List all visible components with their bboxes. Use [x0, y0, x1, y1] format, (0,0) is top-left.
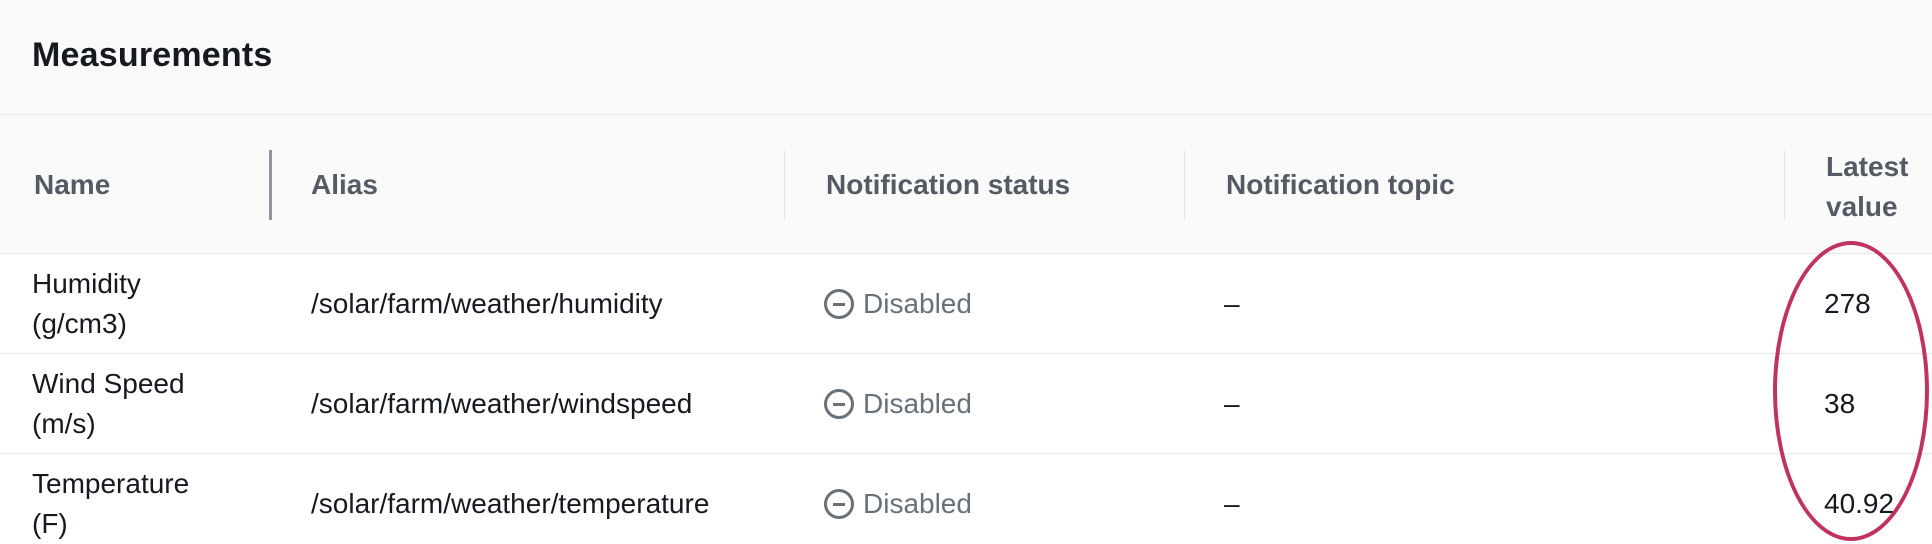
cell-alias: /solar/farm/weather/windspeed — [311, 388, 693, 419]
cell-notification-status: Disabled — [824, 354, 972, 454]
table-row[interactable]: Wind Speed (m/s) /solar/farm/weather/win… — [0, 354, 1932, 454]
cell-latest-value: 40.92 — [1824, 488, 1895, 519]
measurements-panel-header: Measurements — [0, 0, 1932, 115]
cell-latest-value: 38 — [1824, 388, 1856, 419]
cell-name-line2: (m/s) — [32, 408, 96, 439]
column-header-latest-value-line1: Latest — [1826, 151, 1909, 182]
table-header: Name Alias Notification status Notificat… — [0, 115, 1932, 254]
column-header-notification-status[interactable]: Notification status — [826, 115, 1070, 254]
column-resize-handle-alias[interactable] — [784, 150, 785, 220]
disabled-minus-circle-icon — [824, 389, 854, 419]
column-resize-handle-notification-status[interactable] — [1184, 150, 1185, 220]
disabled-minus-circle-icon — [824, 289, 854, 319]
table-row[interactable]: Temperature (F) /solar/farm/weather/temp… — [0, 454, 1932, 544]
column-header-latest-value[interactable]: Latest value — [1826, 115, 1908, 254]
column-resize-handle-notification-topic[interactable] — [1784, 150, 1785, 220]
cell-alias: /solar/farm/weather/humidity — [311, 288, 663, 319]
cell-name-line1: Temperature — [32, 468, 190, 499]
column-header-latest-value-line2: value — [1826, 191, 1898, 222]
cell-alias: /solar/farm/weather/temperature — [311, 488, 710, 519]
disabled-minus-circle-icon — [824, 489, 854, 519]
cell-notification-topic: – — [1224, 388, 1240, 419]
column-header-alias[interactable]: Alias — [311, 115, 378, 254]
cell-notification-status: Disabled — [824, 254, 972, 354]
cell-notification-status: Disabled — [824, 454, 972, 544]
cell-name: Temperature (F) — [32, 454, 189, 544]
cell-notification-topic: – — [1224, 488, 1240, 519]
cell-notification-topic: – — [1224, 288, 1240, 319]
table-row[interactable]: Humidity (g/cm3) /solar/farm/weather/hum… — [0, 254, 1932, 354]
status-label: Disabled — [863, 488, 972, 519]
cell-name-line1: Humidity — [32, 268, 141, 299]
cell-name: Humidity (g/cm3) — [32, 254, 141, 354]
status-label: Disabled — [863, 388, 972, 419]
panel-title: Measurements — [32, 36, 273, 74]
column-header-name[interactable]: Name — [34, 115, 110, 254]
cell-name-line2: (g/cm3) — [32, 308, 127, 339]
column-resize-handle-name[interactable] — [269, 150, 272, 220]
column-header-notification-topic[interactable]: Notification topic — [1226, 115, 1455, 254]
cell-name-line2: (F) — [32, 508, 68, 539]
status-label: Disabled — [863, 288, 972, 319]
cell-name-line1: Wind Speed — [32, 368, 185, 399]
cell-name: Wind Speed (m/s) — [32, 354, 185, 454]
cell-latest-value: 278 — [1824, 288, 1871, 319]
